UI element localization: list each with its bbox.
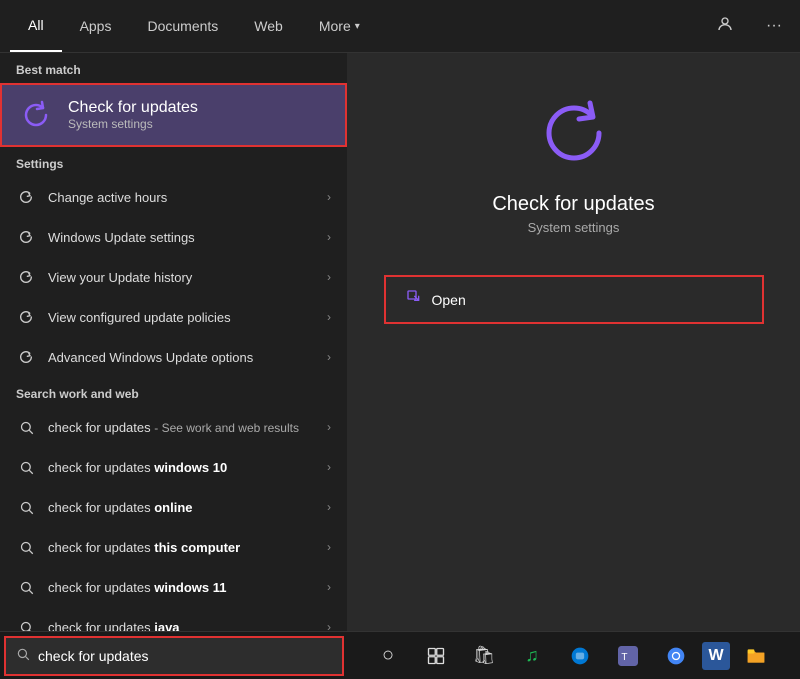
chevron-right-icon: ›: [327, 620, 331, 631]
chevron-right-icon: ›: [327, 580, 331, 594]
chevron-right-icon: ›: [327, 230, 331, 244]
search-icon-4: [16, 537, 36, 557]
taskbar: ○ 🛍 ♫ T: [0, 631, 800, 679]
search-text-3: check for updates online: [48, 500, 315, 515]
list-item-search-5[interactable]: check for updates windows 11 ›: [0, 567, 347, 607]
edge-icon[interactable]: [558, 634, 602, 678]
settings-label: Settings: [0, 147, 347, 177]
refresh-icon: [16, 187, 36, 207]
search-web-label: Search work and web: [0, 377, 347, 407]
store-icon[interactable]: 🛍: [462, 634, 506, 678]
search-icon-3: [16, 497, 36, 517]
left-panel: Best match Check for updates System sett…: [0, 53, 347, 631]
taskbar-search-bar[interactable]: [4, 636, 344, 676]
chevron-down-icon: ▾: [355, 21, 360, 32]
best-match-item[interactable]: Check for updates System settings: [0, 83, 347, 147]
task-view-icon[interactable]: [414, 634, 458, 678]
view-update-history-text: View your Update history: [48, 270, 315, 285]
search-text-5: check for updates windows 11: [48, 580, 315, 595]
best-match-subtitle: System settings: [68, 117, 198, 131]
update-icon: [18, 97, 54, 133]
explorer-icon[interactable]: [734, 634, 778, 678]
chevron-right-icon: ›: [327, 460, 331, 474]
search-icon-1: [16, 417, 36, 437]
detail-title: Check for updates: [492, 193, 654, 216]
list-item-search-4[interactable]: check for updates this computer ›: [0, 527, 347, 567]
list-item-advanced-update[interactable]: Advanced Windows Update options ›: [0, 337, 347, 377]
chrome-icon[interactable]: [654, 634, 698, 678]
cortana-icon[interactable]: ○: [366, 634, 410, 678]
tab-more[interactable]: More ▾: [301, 0, 378, 52]
search-text-6: check for updates java: [48, 620, 315, 632]
best-match-text: Check for updates System settings: [68, 99, 198, 131]
tab-apps[interactable]: Apps: [62, 0, 130, 52]
list-item-search-2[interactable]: check for updates windows 10 ›: [0, 447, 347, 487]
list-item-search-3[interactable]: check for updates online ›: [0, 487, 347, 527]
refresh-icon-4: [16, 307, 36, 327]
chevron-right-icon: ›: [327, 270, 331, 284]
search-icon-5: [16, 577, 36, 597]
change-active-hours-text: Change active hours: [48, 190, 315, 205]
top-nav: All Apps Documents Web More ▾ ···: [0, 0, 800, 53]
list-item-update-history[interactable]: View your Update history ›: [0, 257, 347, 297]
open-button[interactable]: Open: [384, 275, 764, 324]
search-input[interactable]: [38, 648, 332, 664]
chevron-right-icon: ›: [327, 420, 331, 434]
refresh-icon-5: [16, 347, 36, 367]
tab-all[interactable]: All: [10, 0, 62, 52]
chevron-right-icon: ›: [327, 190, 331, 204]
main-content: Best match Check for updates System sett…: [0, 53, 800, 631]
right-panel: Check for updates System settings Open: [347, 53, 800, 631]
windows-update-settings-text: Windows Update settings: [48, 230, 315, 245]
spotify-icon[interactable]: ♫: [510, 634, 554, 678]
tab-documents[interactable]: Documents: [129, 0, 236, 52]
list-item-search-1[interactable]: check for updates - See work and web res…: [0, 407, 347, 447]
chevron-right-icon: ›: [327, 310, 331, 324]
list-item-change-active-hours[interactable]: Change active hours ›: [0, 177, 347, 217]
list-item-windows-update-settings[interactable]: Windows Update settings ›: [0, 217, 347, 257]
teams-icon[interactable]: T: [606, 634, 650, 678]
open-label: Open: [432, 292, 466, 308]
refresh-icon-2: [16, 227, 36, 247]
view-update-policies-text: View configured update policies: [48, 310, 315, 325]
search-icon-2: [16, 457, 36, 477]
open-icon: [406, 289, 422, 310]
best-match-label: Best match: [0, 53, 347, 83]
search-text-1: check for updates - See work and web res…: [48, 420, 315, 435]
search-text-4: check for updates this computer: [48, 540, 315, 555]
chevron-right-icon: ›: [327, 500, 331, 514]
svg-text:T: T: [621, 652, 627, 663]
taskbar-icons: ○ 🛍 ♫ T: [366, 634, 778, 678]
list-item-update-policies[interactable]: View configured update policies ›: [0, 297, 347, 337]
best-match-title: Check for updates: [68, 99, 198, 117]
nav-right-icons: ···: [708, 11, 790, 42]
more-options-icon[interactable]: ···: [758, 13, 790, 39]
detail-subtitle: System settings: [528, 220, 620, 235]
refresh-icon-3: [16, 267, 36, 287]
list-item-search-6[interactable]: check for updates java ›: [0, 607, 347, 631]
search-bar-icon: [16, 647, 30, 665]
detail-update-icon: [534, 93, 614, 173]
chevron-right-icon: ›: [327, 350, 331, 364]
tab-web[interactable]: Web: [236, 0, 301, 52]
search-text-2: check for updates windows 10: [48, 460, 315, 475]
search-icon-6: [16, 617, 36, 631]
word-icon[interactable]: W: [702, 642, 730, 670]
chevron-right-icon: ›: [327, 540, 331, 554]
person-icon[interactable]: [708, 11, 742, 42]
advanced-update-text: Advanced Windows Update options: [48, 350, 315, 365]
